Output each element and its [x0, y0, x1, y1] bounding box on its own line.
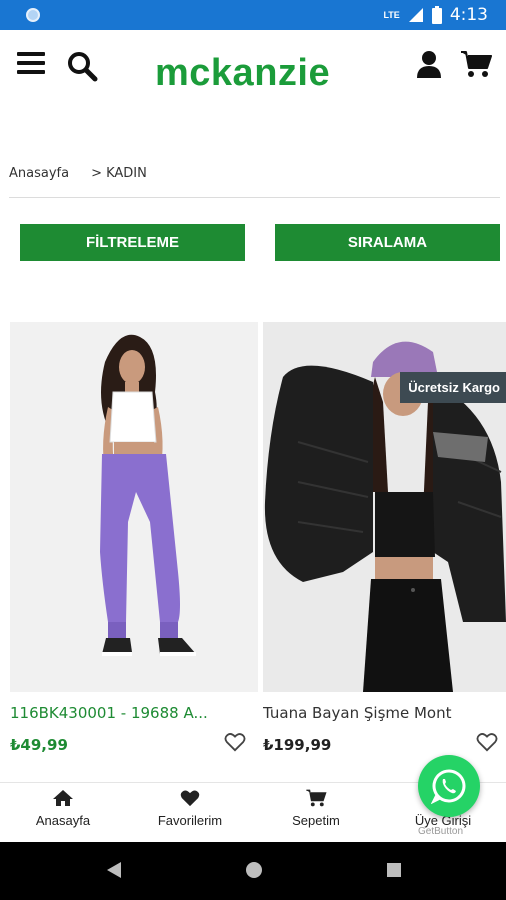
- filter-button[interactable]: FİLTRELEME: [20, 224, 245, 261]
- user-icon[interactable]: [416, 50, 442, 78]
- heart-filled-icon: [180, 790, 200, 807]
- breadcrumb-current: > KADIN: [91, 166, 147, 181]
- product-card[interactable]: Ücretsiz Kargo Tuana Bayan Şişme Mont ₺1…: [263, 322, 506, 758]
- app-screen: LTE 4:13 mckanzie Anasayfa > KADIN FİLTR…: [0, 0, 506, 900]
- price-row: ₺199,99: [263, 733, 506, 758]
- nav-favorites[interactable]: Favorilerim: [127, 789, 253, 828]
- notification-dot-icon: [26, 8, 40, 22]
- status-bar: LTE 4:13: [0, 0, 506, 30]
- free-shipping-badge: Ücretsiz Kargo: [400, 372, 506, 403]
- nav-home-label: Anasayfa: [35, 813, 91, 828]
- status-indicators: LTE 4:13: [383, 0, 488, 30]
- signal-icon: [408, 8, 423, 22]
- home-icon: [53, 790, 73, 806]
- home-button-icon[interactable]: [245, 861, 263, 879]
- product-image[interactable]: [10, 322, 258, 692]
- back-icon[interactable]: [106, 861, 122, 879]
- brand-logo[interactable]: mckanzie: [155, 52, 330, 95]
- menu-icon[interactable]: [17, 52, 45, 74]
- heart-icon[interactable]: [476, 732, 498, 752]
- product-card[interactable]: 116BK430001 - 19688 A... ₺49,99: [10, 322, 258, 758]
- product-image[interactable]: Ücretsiz Kargo: [263, 322, 506, 692]
- network-label: LTE: [383, 10, 400, 20]
- product-name[interactable]: Tuana Bayan Şişme Mont: [263, 704, 506, 722]
- whatsapp-icon: [431, 769, 466, 804]
- product-name[interactable]: 116BK430001 - 19688 A...: [10, 704, 258, 722]
- breadcrumb: Anasayfa > KADIN: [9, 166, 147, 181]
- heart-icon[interactable]: [224, 732, 246, 752]
- sort-button[interactable]: SIRALAMA: [275, 224, 500, 261]
- system-navigation-bar: [0, 842, 506, 900]
- battery-icon: [431, 6, 442, 24]
- cart-icon[interactable]: [460, 50, 492, 78]
- whatsapp-button[interactable]: [418, 755, 480, 817]
- product-price: ₺199,99: [263, 736, 332, 754]
- recents-icon[interactable]: [386, 861, 402, 879]
- cart-icon: [306, 789, 327, 807]
- product-price: ₺49,99: [10, 736, 68, 754]
- getbutton-watermark: GetButton: [418, 826, 464, 837]
- product-photo-woman-purple-pants: [10, 322, 258, 692]
- app-header: mckanzie: [0, 30, 506, 148]
- nav-favorites-label: Favorilerim: [157, 813, 223, 828]
- nav-cart-label: Sepetim: [292, 813, 340, 828]
- breadcrumb-home-link[interactable]: Anasayfa: [9, 166, 69, 181]
- divider: [9, 197, 500, 198]
- clock: 4:13: [449, 5, 488, 25]
- search-icon[interactable]: [66, 50, 98, 82]
- nav-home[interactable]: Anasayfa: [0, 789, 126, 828]
- nav-cart[interactable]: Sepetim: [253, 789, 379, 828]
- price-row: ₺49,99: [10, 733, 258, 758]
